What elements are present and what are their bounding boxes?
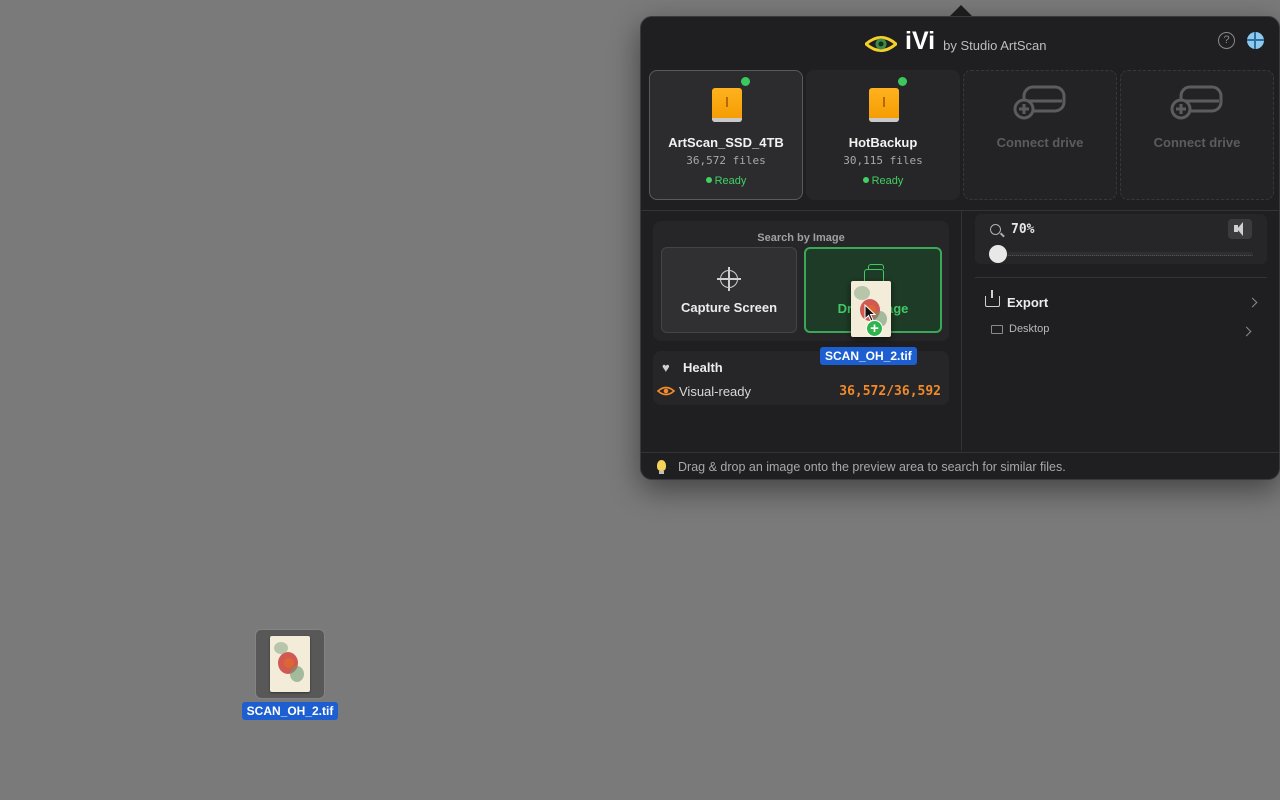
eye-logo-icon (865, 36, 897, 52)
search-by-image-section: Search by Image Capture Screen Drag Imag… (653, 221, 949, 341)
visual-ready-count: 36,572/36,592 (839, 384, 941, 399)
globe-icon[interactable] (1247, 32, 1264, 49)
crosshair-icon (717, 267, 741, 291)
drive-file-count: 30,115 files (843, 154, 923, 167)
speaker-icon[interactable] (1228, 219, 1252, 239)
capture-screen-label: Capture Screen (680, 300, 778, 315)
connect-drive-label: Connect drive (996, 135, 1084, 150)
drive-status-label: Ready (871, 175, 904, 187)
connect-drive-slot-2[interactable]: Connect drive (1120, 70, 1274, 200)
desktop-file[interactable]: SCAN_OH_2.tif (238, 629, 342, 720)
brand: iVi by Studio ArtScan (865, 27, 1046, 55)
export-row[interactable]: Export (975, 290, 1267, 316)
drive-status-label: Ready (714, 175, 747, 187)
panel-arrow (950, 5, 972, 16)
footer-tip: Drag & drop an image onto the preview ar… (641, 452, 1279, 480)
divider (975, 277, 1267, 278)
export-destination-row[interactable]: Desktop (975, 321, 1267, 343)
external-drive-icon (869, 88, 899, 122)
drive-card-artscan-ssd[interactable]: ArtScan_SSD_4TB 36,572 files Ready (649, 70, 803, 200)
desktop-file-thumbnail (270, 636, 310, 692)
footer-tip-text: Drag & drop an image onto the preview ar… (678, 460, 1066, 474)
ready-dot-icon (862, 177, 869, 183)
similarity-value: 70% (1011, 222, 1035, 237)
ivi-panel: iVi by Studio ArtScan ? ArtScan_SSD_4TB … (640, 16, 1280, 480)
health-title: Health (683, 360, 723, 375)
panel-header: iVi by Studio ArtScan ? (641, 17, 1279, 67)
capture-screen-button[interactable]: Capture Screen (661, 247, 797, 333)
similarity-slider-track[interactable] (999, 252, 1253, 256)
heart-icon: ♥ (662, 360, 670, 375)
chevron-right-icon (1241, 326, 1252, 337)
app-name: iVi (905, 27, 936, 55)
drive-name: HotBackup (848, 135, 918, 150)
drive-file-count: 36,572 files (686, 154, 766, 167)
ready-dot-icon (705, 177, 712, 183)
eye-icon (657, 386, 675, 396)
visual-ready-label: Visual-ready (679, 384, 752, 399)
search-by-image-title: Search by Image (757, 232, 845, 244)
connect-drive-label: Connect drive (1153, 135, 1241, 150)
export-destination-label: Desktop (1009, 323, 1050, 335)
add-drive-icon (1013, 85, 1066, 120)
export-label: Export (1007, 295, 1049, 310)
app-by-line: by Studio ArtScan (943, 38, 1047, 53)
search-icon (990, 224, 1001, 235)
drive-online-dot (898, 77, 907, 86)
connect-drive-slot-1[interactable]: Connect drive (963, 70, 1117, 200)
external-drive-icon (712, 88, 742, 122)
dragged-file-label: SCAN_OH_2.tif (820, 347, 917, 365)
folder-icon (991, 325, 1003, 334)
desktop-file-label[interactable]: SCAN_OH_2.tif (241, 702, 339, 720)
drive-name: ArtScan_SSD_4TB (668, 135, 784, 150)
chevron-right-icon (1247, 297, 1258, 308)
similarity-control: 70% (975, 214, 1267, 264)
export-icon (985, 290, 1000, 307)
copy-plus-badge-icon: + (866, 320, 883, 337)
add-drive-icon (1170, 85, 1223, 120)
divider (641, 210, 1279, 211)
desktop-file-thumbnail-frame[interactable] (255, 629, 325, 699)
drive-status: Ready (807, 175, 959, 187)
similarity-slider-thumb[interactable] (989, 245, 1007, 263)
help-icon[interactable]: ? (1218, 32, 1235, 49)
lightbulb-icon (657, 460, 666, 474)
drive-online-dot (741, 77, 750, 86)
divider (961, 211, 962, 451)
drive-card-hotbackup[interactable]: HotBackup 30,115 files Ready (806, 70, 960, 200)
drive-status: Ready (650, 175, 802, 187)
